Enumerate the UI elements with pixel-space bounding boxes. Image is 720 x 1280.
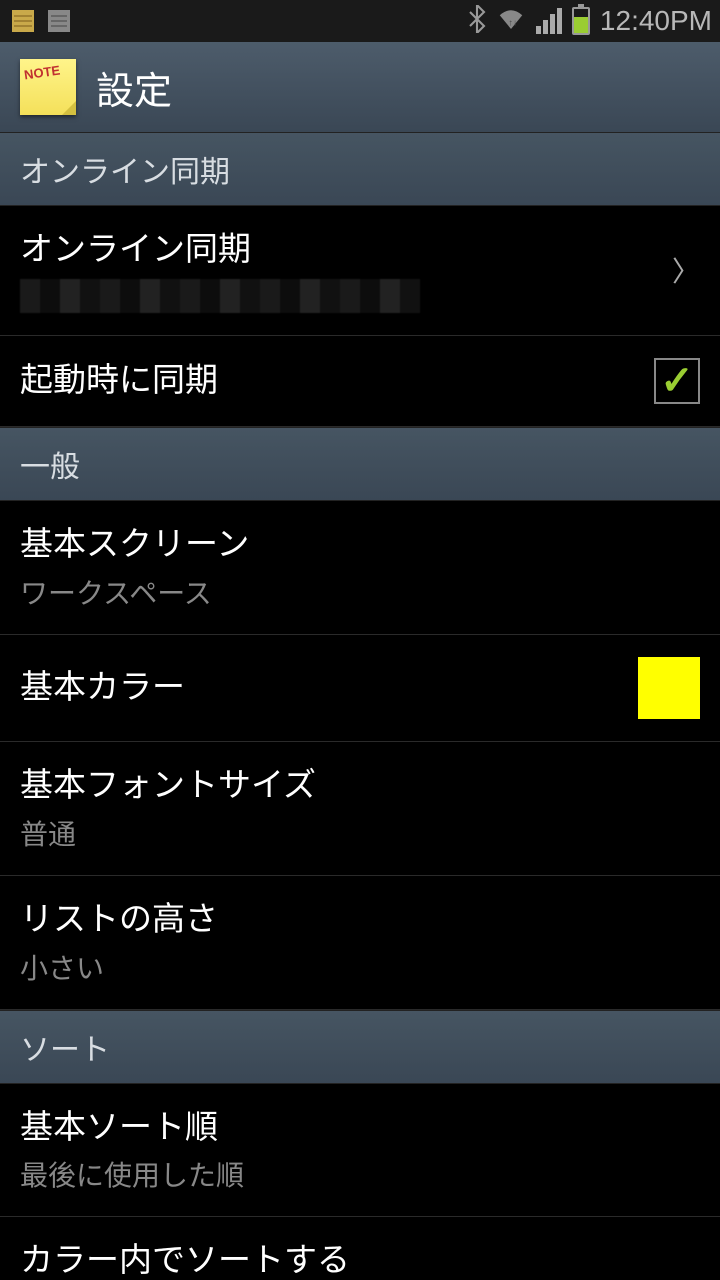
item-sync-on-start[interactable]: 起動時に同期 — [0, 336, 720, 427]
item-title: リストの高さ — [20, 898, 700, 941]
checkbox-sync-on-start[interactable] — [654, 358, 700, 404]
battery-icon — [572, 7, 590, 35]
item-title: 基本フォントサイズ — [20, 764, 700, 807]
notification-note-icon — [8, 6, 38, 36]
bluetooth-icon — [468, 5, 486, 38]
item-subtitle: 普通 — [20, 813, 700, 853]
item-online-sync[interactable]: オンライン同期 〉 — [0, 206, 720, 336]
notification-list-icon — [44, 6, 74, 36]
redacted-account — [20, 279, 420, 313]
section-online-sync: オンライン同期 — [0, 132, 720, 206]
item-sort-within-color[interactable]: カラー内でソートする 変更順 — [0, 1217, 720, 1280]
item-subtitle: ワークスペース — [20, 572, 700, 612]
section-sort: ソート — [0, 1010, 720, 1084]
item-title: カラー内でソートする — [20, 1239, 700, 1280]
item-title: 基本ソート順 — [20, 1106, 700, 1149]
item-default-sort-order[interactable]: 基本ソート順 最後に使用した順 — [0, 1084, 720, 1218]
signal-icon — [536, 8, 562, 34]
item-subtitle: 最後に使用した順 — [20, 1154, 700, 1194]
item-subtitle: 小さい — [20, 947, 700, 987]
item-title: 起動時に同期 — [20, 359, 654, 402]
app-header: 設定 — [0, 42, 720, 132]
item-title: オンライン同期 — [20, 228, 672, 271]
color-swatch — [638, 657, 700, 719]
wifi-icon: ↑↓ — [496, 7, 526, 36]
item-default-screen[interactable]: 基本スクリーン ワークスペース — [0, 501, 720, 635]
item-title: 基本カラー — [20, 666, 638, 709]
status-time: 12:40PM — [600, 5, 712, 37]
app-note-icon — [20, 59, 76, 115]
item-default-color[interactable]: 基本カラー — [0, 635, 720, 742]
status-bar: ↑↓ 12:40PM — [0, 0, 720, 42]
section-general: 一般 — [0, 427, 720, 501]
item-list-height[interactable]: リストの高さ 小さい — [0, 876, 720, 1010]
item-title: 基本スクリーン — [20, 523, 700, 566]
item-default-font-size[interactable]: 基本フォントサイズ 普通 — [0, 742, 720, 876]
chevron-right-icon: 〉 — [672, 250, 700, 290]
svg-text:↑↓: ↑↓ — [508, 17, 517, 27]
page-title: 設定 — [96, 60, 172, 115]
